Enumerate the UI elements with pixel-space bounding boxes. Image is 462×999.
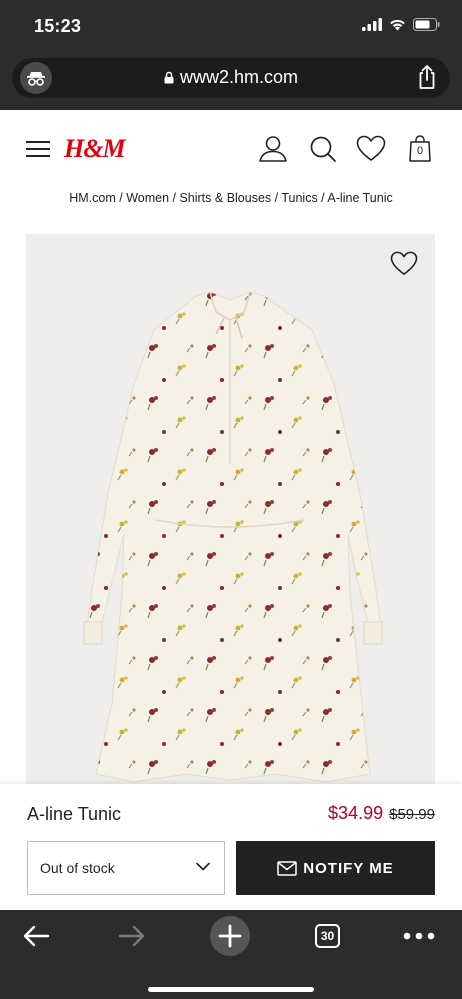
web-page: H&M 0 HM.com / Women / Shirts & Blouses … xyxy=(0,110,462,910)
original-price: $59.99 xyxy=(389,806,435,823)
size-select-value: Out of stock xyxy=(40,860,115,876)
status-bar: 15:23 xyxy=(0,0,462,52)
product-info-bar: A-line Tunic $34.99 $59.99 Out of stock … xyxy=(0,784,462,910)
sale-price: $34.99 xyxy=(328,803,384,823)
address-bar[interactable]: www2.hm.com xyxy=(12,58,450,98)
favorites-icon[interactable] xyxy=(356,135,386,162)
menu-icon[interactable] xyxy=(26,140,50,158)
size-select[interactable]: Out of stock xyxy=(27,841,225,895)
battery-icon xyxy=(413,18,440,31)
status-icons xyxy=(362,18,440,31)
tab-switcher-button[interactable]: 30 xyxy=(315,924,340,948)
mail-icon xyxy=(277,860,298,876)
more-dots-icon[interactable] xyxy=(403,932,435,940)
back-arrow-icon[interactable] xyxy=(22,924,50,948)
bag-count: 0 xyxy=(416,145,424,157)
product-name: A-line Tunic xyxy=(27,804,122,824)
url-display[interactable]: www2.hm.com xyxy=(12,67,450,88)
product-image[interactable] xyxy=(26,234,435,784)
site-header: H&M 0 xyxy=(0,110,462,190)
url-text: www2.hm.com xyxy=(179,67,299,87)
breadcrumb[interactable]: HM.com / Women / Shirts & Blouses / Tuni… xyxy=(0,191,462,205)
browser-toolbar: 30 xyxy=(0,910,462,999)
bag-icon[interactable]: 0 xyxy=(409,134,431,162)
hm-logo[interactable]: H&M xyxy=(64,134,126,164)
wifi-icon xyxy=(390,19,405,31)
account-icon[interactable] xyxy=(258,135,288,163)
plus-icon[interactable] xyxy=(210,916,250,956)
tunic-image xyxy=(83,291,383,783)
search-icon[interactable] xyxy=(309,135,337,163)
status-time: 15:23 xyxy=(34,16,82,36)
chevron-down-icon xyxy=(196,862,210,871)
signal-icon xyxy=(362,18,382,31)
forward-arrow-icon[interactable] xyxy=(118,924,146,948)
notify-me-button[interactable]: NOTIFY ME xyxy=(236,841,435,895)
notify-me-label: NOTIFY ME xyxy=(303,859,394,877)
home-indicator xyxy=(148,987,314,992)
lock-icon xyxy=(164,71,174,84)
add-to-favorites-icon[interactable] xyxy=(390,251,418,276)
share-icon[interactable] xyxy=(416,64,438,95)
price-block: $34.99 $59.99 xyxy=(328,803,435,824)
